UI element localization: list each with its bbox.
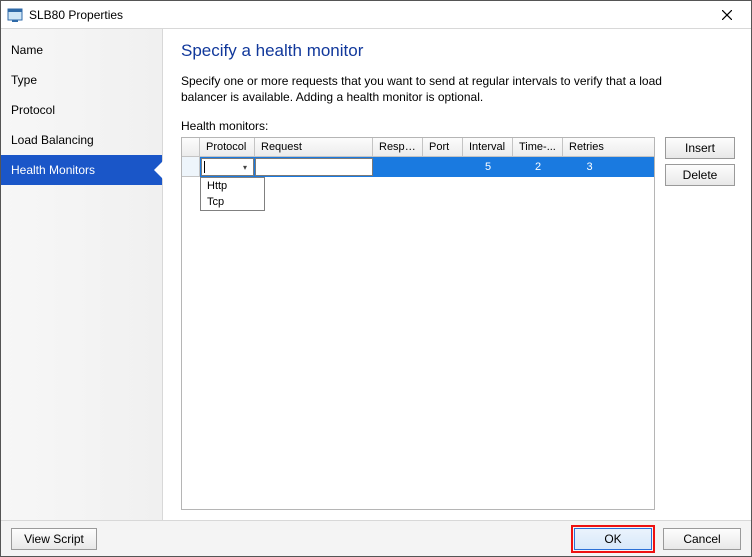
- view-script-button[interactable]: View Script: [11, 528, 97, 550]
- text-caret: [204, 161, 205, 173]
- content-panel: Specify a health monitor Specify one or …: [163, 29, 751, 520]
- grid-side-buttons: Insert Delete: [665, 137, 735, 510]
- grid-area: Protocol Request Respo... Port Interval …: [181, 137, 735, 510]
- dialog-window: SLB80 Properties Name Type Protocol Load…: [0, 0, 752, 557]
- cell-retries[interactable]: 3: [563, 157, 616, 177]
- cell-port[interactable]: [423, 157, 463, 177]
- col-request[interactable]: Request: [255, 138, 373, 156]
- protocol-option-http[interactable]: Http: [201, 178, 264, 194]
- col-protocol[interactable]: Protocol: [200, 138, 255, 156]
- protocol-dropdown: Http Tcp: [200, 177, 265, 211]
- sidebar-item-label: Health Monitors: [11, 163, 95, 177]
- health-monitors-grid: Protocol Request Respo... Port Interval …: [181, 137, 655, 510]
- protocol-option-tcp[interactable]: Tcp: [201, 194, 264, 210]
- active-arrow-icon: [154, 161, 163, 179]
- cancel-button[interactable]: Cancel: [663, 528, 741, 550]
- page-heading: Specify a health monitor: [181, 41, 735, 61]
- sidebar-item-protocol[interactable]: Protocol: [1, 95, 162, 125]
- request-input[interactable]: [255, 158, 373, 176]
- grid-row[interactable]: ▾ 5 2 3: [182, 157, 654, 177]
- ok-highlight: OK: [571, 525, 655, 553]
- window-title: SLB80 Properties: [29, 8, 707, 22]
- cell-response[interactable]: [373, 157, 423, 177]
- protocol-combobox[interactable]: ▾: [201, 158, 254, 176]
- col-response[interactable]: Respo...: [373, 138, 423, 156]
- sidebar-item-label: Load Balancing: [11, 133, 94, 147]
- sidebar-item-load-balancing[interactable]: Load Balancing: [1, 125, 162, 155]
- dialog-footer: View Script OK Cancel: [1, 520, 751, 556]
- grid-header: Protocol Request Respo... Port Interval …: [182, 138, 654, 157]
- grid-label: Health monitors:: [181, 119, 735, 133]
- page-description: Specify one or more requests that you wa…: [181, 73, 701, 105]
- col-timeout[interactable]: Time-...: [513, 138, 563, 156]
- cell-protocol[interactable]: ▾: [200, 157, 255, 177]
- col-retries[interactable]: Retries: [563, 138, 616, 156]
- sidebar-item-name[interactable]: Name: [1, 35, 162, 65]
- sidebar-item-label: Type: [11, 73, 37, 87]
- chevron-down-icon[interactable]: ▾: [238, 160, 252, 174]
- dialog-body: Name Type Protocol Load Balancing Health…: [1, 29, 751, 520]
- sidebar-item-health-monitors[interactable]: Health Monitors: [1, 155, 162, 185]
- sidebar-item-label: Name: [11, 43, 43, 57]
- sidebar: Name Type Protocol Load Balancing Health…: [1, 29, 163, 520]
- cell-request[interactable]: [255, 157, 373, 177]
- sidebar-item-type[interactable]: Type: [1, 65, 162, 95]
- insert-button[interactable]: Insert: [665, 137, 735, 159]
- close-button[interactable]: [707, 1, 747, 28]
- app-icon: [7, 7, 23, 23]
- sidebar-item-label: Protocol: [11, 103, 55, 117]
- row-selector[interactable]: [182, 157, 200, 177]
- col-port[interactable]: Port: [423, 138, 463, 156]
- delete-button[interactable]: Delete: [665, 164, 735, 186]
- cell-interval[interactable]: 5: [463, 157, 513, 177]
- ok-button[interactable]: OK: [574, 528, 652, 550]
- row-selector-header: [182, 138, 200, 156]
- close-icon: [722, 10, 732, 20]
- grid-body: ▾ 5 2 3 H: [182, 157, 654, 509]
- cell-timeout[interactable]: 2: [513, 157, 563, 177]
- titlebar: SLB80 Properties: [1, 1, 751, 29]
- col-interval[interactable]: Interval: [463, 138, 513, 156]
